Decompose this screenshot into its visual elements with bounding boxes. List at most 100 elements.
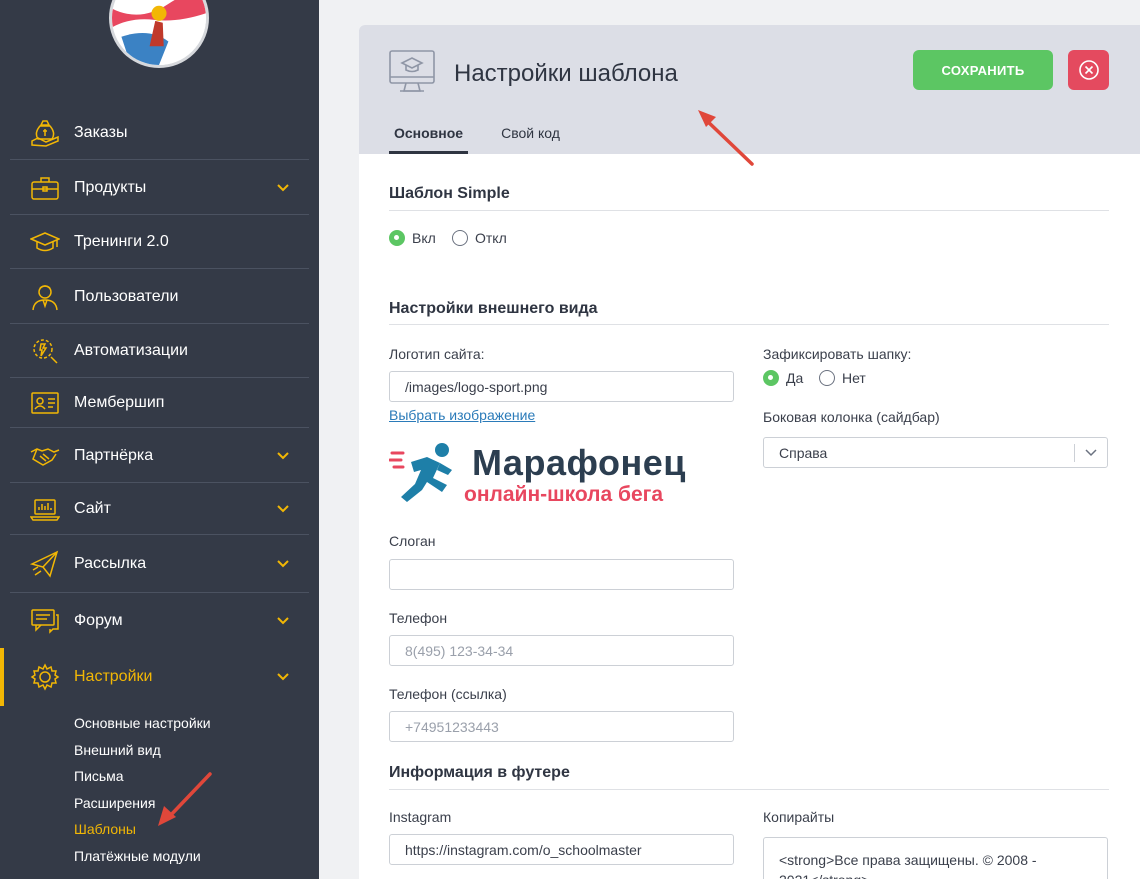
paper-plane-icon	[28, 549, 62, 579]
sidebar-position-select[interactable]: Справа	[763, 437, 1108, 468]
subnav-item-payment-modules[interactable]: Платёжные модули	[74, 843, 319, 870]
tabs: Основное Свой код	[389, 120, 593, 154]
subnav-item-main-settings[interactable]: Основные настройки	[74, 710, 319, 737]
template-off-radio[interactable]: Откл	[452, 230, 517, 246]
laptop-icon	[28, 494, 62, 524]
logo-preview: Марафонец онлайн-школа бега	[389, 440, 689, 510]
sidebar-item-forum[interactable]: Форум	[0, 593, 319, 648]
panel-header: Настройки шаблона СОХРАНИТЬ Основное Сво…	[359, 25, 1140, 154]
sidebar-item-mailing[interactable]: Рассылка	[0, 535, 319, 593]
sidebar-item-label: Настройки	[74, 668, 153, 685]
logo-input[interactable]	[389, 371, 734, 402]
subnav-item-letters[interactable]: Письма	[74, 763, 319, 790]
sidebar-item-label: Пользователи	[74, 287, 179, 305]
runner-logo-icon	[389, 443, 452, 502]
choose-image-link[interactable]: Выбрать изображение	[389, 407, 535, 423]
sidebar-item-users[interactable]: Пользователи	[0, 269, 319, 324]
radio-label: Да	[786, 370, 804, 386]
slogan-input[interactable]	[389, 559, 734, 590]
template-on-radio[interactable]: Вкл	[389, 230, 446, 246]
chevron-down-icon	[277, 451, 289, 459]
chevron-down-icon	[277, 560, 289, 568]
instagram-label: Instagram	[389, 809, 452, 825]
divider	[389, 324, 1109, 325]
sidebar-position-label: Боковая колонка (сайдбар)	[763, 409, 940, 425]
sidebar-item-label: Автоматизации	[74, 342, 188, 359]
sidebar-item-label: Мембершип	[74, 394, 165, 411]
copyright-label: Копирайты	[763, 809, 835, 825]
graduation-cap-icon	[28, 227, 62, 257]
sidebar-item-label: Тренинги 2.0	[74, 233, 169, 250]
sidebar-item-partners[interactable]: Партнёрка	[0, 428, 319, 483]
fix-header-yes-radio[interactable]: Да	[763, 370, 813, 386]
close-circle-icon	[1078, 60, 1099, 80]
phone-link-input[interactable]	[389, 711, 734, 742]
sidebar: Заказы Продукты Тренинги 2.0 Пользовател…	[0, 0, 319, 879]
runner-avatar-image	[112, 0, 206, 65]
sidebar-item-orders[interactable]: Заказы	[0, 106, 319, 160]
subnav-item-extensions[interactable]: Расширения	[74, 790, 319, 817]
select-value: Справа	[779, 444, 828, 461]
fix-header-label: Зафиксировать шапку:	[763, 346, 912, 362]
logo-label: Логотип сайта:	[389, 346, 485, 362]
sidebar-item-label: Рассылка	[74, 555, 147, 572]
chat-icon	[28, 606, 62, 636]
radio-dot	[389, 230, 405, 246]
section-title-footer: Информация в футере	[389, 764, 570, 781]
radio-dot	[763, 370, 779, 386]
copyright-textarea[interactable]: <strong>Все права защищены. © 2008 - 202…	[763, 837, 1108, 879]
sidebar-item-membership[interactable]: Мембершип	[0, 378, 319, 428]
logo-subtitle: онлайн-школа бега	[464, 483, 664, 506]
sidebar-item-label: Партнёрка	[74, 446, 154, 464]
divider	[389, 789, 1109, 790]
sidebar-item-site[interactable]: Сайт	[0, 483, 319, 535]
sidebar-item-label: Продукты	[74, 178, 147, 196]
chevron-down-icon	[277, 673, 289, 681]
section-title-template: Шаблон Simple	[389, 185, 510, 202]
radio-label: Откл	[475, 230, 507, 246]
money-bag-icon	[28, 118, 62, 148]
chevron-down-icon	[1085, 449, 1097, 457]
phone-label: Телефон	[389, 610, 448, 626]
sidebar-item-label: Сайт	[74, 500, 111, 517]
tab-main[interactable]: Основное	[389, 120, 469, 154]
lightning-gear-icon	[28, 336, 62, 366]
phone-input[interactable]	[389, 635, 734, 666]
section-title-appearance: Настройки внешнего вида	[389, 300, 598, 317]
sidebar-item-label: Форум	[74, 611, 123, 629]
fix-header-no-radio[interactable]: Нет	[819, 370, 876, 386]
user-icon	[28, 282, 62, 312]
template-settings-panel: Настройки шаблона СОХРАНИТЬ Основное Сво…	[359, 25, 1140, 879]
briefcase-icon	[28, 173, 62, 203]
subnav-item-appearance[interactable]: Внешний вид	[74, 737, 319, 764]
subnav-item-templates[interactable]: Шаблоны	[74, 816, 319, 843]
gear-icon	[28, 662, 62, 692]
sidebar-item-products[interactable]: Продукты	[0, 160, 319, 215]
chevron-down-icon	[277, 183, 289, 191]
sidebar-item-trainings[interactable]: Тренинги 2.0	[0, 215, 319, 269]
close-button[interactable]	[1068, 50, 1109, 90]
sidebar-item-automations[interactable]: Автоматизации	[0, 324, 319, 378]
id-card-icon	[28, 388, 62, 418]
instagram-input[interactable]	[389, 834, 734, 865]
handshake-icon	[28, 441, 62, 471]
chevron-down-icon	[277, 616, 289, 624]
radio-label: Нет	[842, 370, 866, 386]
tab-custom-code[interactable]: Свой код	[496, 120, 565, 154]
radio-label: Вкл	[412, 230, 436, 246]
page-title: Настройки шаблона	[454, 60, 678, 87]
sidebar-item-label: Заказы	[74, 124, 128, 141]
avatar[interactable]	[109, 0, 209, 68]
monitor-graduation-icon	[389, 50, 435, 92]
save-button[interactable]: СОХРАНИТЬ	[913, 50, 1053, 90]
sidebar-item-settings[interactable]: Настройки	[0, 648, 319, 706]
settings-subnav: Основные настройки Внешний вид Письма Ра…	[0, 706, 319, 869]
logo-title: Марафонец	[472, 442, 686, 483]
divider	[389, 210, 1109, 211]
slogan-label: Слоган	[389, 533, 436, 549]
chevron-down-icon	[277, 505, 289, 513]
phone-link-label: Телефон (ссылка)	[389, 686, 507, 702]
radio-dot	[819, 370, 835, 386]
sidebar-nav: Заказы Продукты Тренинги 2.0 Пользовател…	[0, 106, 319, 869]
radio-dot	[452, 230, 468, 246]
